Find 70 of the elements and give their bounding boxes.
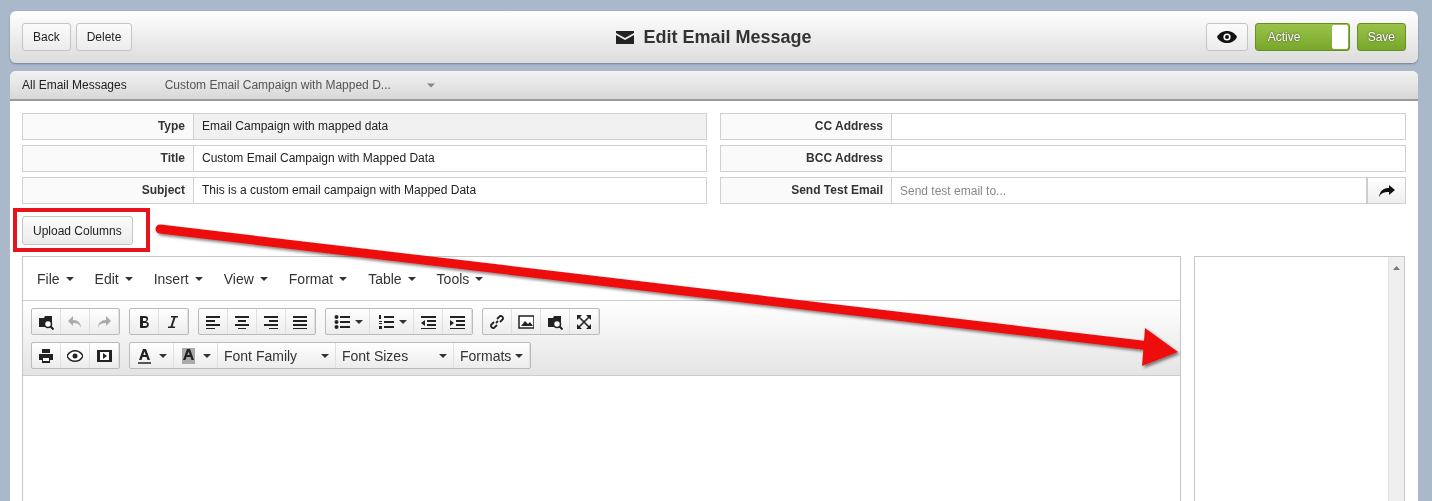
folder-search-icon (547, 313, 563, 330)
caret-icon (407, 276, 416, 281)
upload-columns-button[interactable]: Upload Columns (22, 216, 133, 245)
field-label: Type (22, 113, 194, 140)
caret-icon (259, 276, 268, 281)
eye-icon (67, 347, 83, 364)
scroll-up-icon[interactable] (1393, 266, 1400, 270)
caret-icon (426, 82, 435, 88)
align-left-icon (205, 313, 221, 330)
breadcrumb-dropdown[interactable]: Custom Email Campaign with Mapped D... (158, 78, 435, 92)
fullscreen-icon (576, 313, 592, 330)
caret-icon (194, 276, 203, 281)
align-right-icon (263, 313, 279, 330)
menu-item[interactable]: Edit (94, 270, 133, 287)
align-center-icon (234, 313, 250, 330)
bullet-list-icon (334, 313, 350, 330)
highlight-color-icon (182, 347, 198, 364)
caret-icon (339, 276, 348, 281)
field-label: Title (22, 145, 194, 172)
send-button[interactable] (1367, 177, 1406, 204)
image-icon (518, 313, 534, 330)
field-label: Subject (22, 177, 194, 204)
page-title: Edit Email Message (643, 26, 812, 48)
indent-icon (449, 313, 465, 330)
menu-item[interactable]: Tools (436, 270, 484, 287)
folder-search-icon (38, 313, 54, 330)
menu-item[interactable]: Format (288, 270, 348, 287)
field-label: BCC Address (720, 145, 892, 172)
input-field[interactable] (892, 145, 1406, 172)
menu-item[interactable]: Insert (153, 270, 203, 287)
link-icon (489, 313, 505, 330)
caret-icon (515, 353, 523, 358)
caret-icon (355, 319, 363, 324)
input-field[interactable]: This is a custom email campaign with Mapped Data (194, 177, 707, 204)
menu-item[interactable]: Table (368, 270, 416, 287)
print-icon (38, 347, 54, 364)
input-field[interactable]: Email Campaign with mapped data (194, 113, 707, 140)
field-label: CC Address (720, 113, 892, 140)
numbered-list-icon (378, 313, 394, 330)
toolbar-dropdown[interactable]: Formats (454, 343, 530, 368)
back-button[interactable]: Back (22, 23, 71, 51)
input-field[interactable]: Send test email to... (892, 177, 1367, 204)
input-field[interactable]: Custom Email Campaign with Mapped Data (194, 145, 707, 172)
toolbar-dropdown[interactable]: Font Sizes (336, 343, 454, 368)
breadcrumb-link[interactable]: All Email Messages (10, 71, 139, 99)
caret-icon (399, 319, 407, 324)
preview-button[interactable] (1205, 23, 1248, 51)
eye-icon (1216, 31, 1237, 43)
forward-arrow-icon (1378, 184, 1395, 197)
caret-icon (124, 276, 133, 281)
outdent-icon (420, 313, 436, 330)
italic-icon (165, 313, 181, 330)
align-justify-icon (292, 313, 308, 330)
delete-button[interactable]: Delete (75, 23, 133, 51)
toolbar-dropdown[interactable]: Font Family (218, 343, 336, 368)
caret-icon (321, 353, 329, 358)
input-field[interactable] (892, 113, 1406, 140)
caret-icon (203, 353, 211, 358)
menu-item[interactable]: View (223, 270, 268, 287)
caret-icon (439, 353, 447, 358)
menu-item[interactable]: File (37, 270, 74, 287)
scrollbar[interactable] (1388, 257, 1404, 501)
envelope-icon (616, 30, 635, 44)
film-icon (96, 347, 112, 364)
caret-icon (159, 353, 167, 358)
field-label: Send Test Email (720, 177, 892, 204)
redo-icon (96, 313, 112, 330)
text-color-icon (138, 347, 154, 364)
caret-icon (475, 276, 484, 281)
caret-icon (65, 276, 74, 281)
